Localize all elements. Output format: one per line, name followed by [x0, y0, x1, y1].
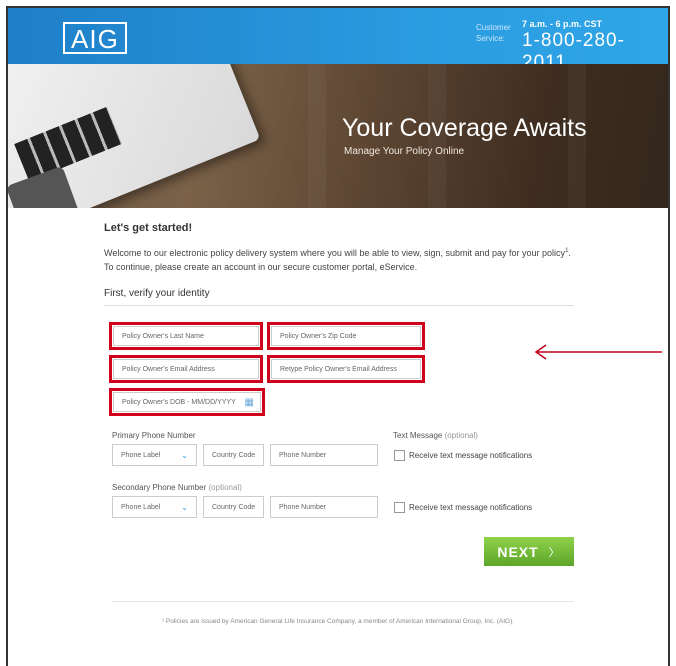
wood-grain [308, 64, 326, 208]
optional-tag: (optional) [444, 431, 478, 440]
page-heading: Let's get started! [104, 222, 193, 234]
primary-phone-label: Primary Phone Number [112, 431, 196, 440]
highlight-box [109, 388, 265, 416]
intro-policy: policy [542, 248, 566, 258]
verify-heading: First, verify your identity [104, 288, 574, 306]
optional-tag: (optional) [208, 483, 242, 492]
country-code-placeholder: Country Code [212, 451, 256, 459]
secondary-text-checkbox-label: Receive text message notifications [409, 503, 533, 512]
customer-service-label: Customer Service: [476, 22, 511, 44]
intro-text: Welcome to our electronic policy deliver… [104, 244, 574, 274]
site-header: AIG Customer Service: 7 a.m. - 6 p.m. CS… [8, 8, 668, 73]
highlight-box [109, 355, 263, 383]
next-button[interactable]: NEXT 〉 [484, 537, 574, 566]
highlight-box [109, 322, 263, 350]
hero-banner: Your Coverage Awaits Manage Your Policy … [8, 64, 668, 208]
service-label-line1: Customer [476, 23, 511, 32]
footnote: ¹ Policies are issued by American Genera… [161, 618, 515, 625]
secondary-phone-text: Secondary Phone Number [112, 483, 207, 492]
secondary-text-checkbox[interactable] [394, 502, 405, 513]
hero-title: Your Coverage Awaits [342, 114, 587, 142]
secondary-phone-label-select[interactable]: Phone Label ⌄ [112, 496, 197, 518]
secondary-country-code-input[interactable]: Country Code [203, 496, 264, 518]
select-value: Phone Label [121, 503, 161, 511]
chevron-right-icon: 〉 [548, 546, 561, 559]
primary-text-checkbox-label: Receive text message notifications [409, 451, 533, 460]
secondary-phone-number-input[interactable]: Phone Number [270, 496, 378, 518]
intro-section: Let's get started! Welcome to our electr… [104, 222, 574, 306]
select-value: Phone Label [121, 451, 161, 459]
primary-country-code-input[interactable]: Country Code [203, 444, 264, 466]
left-arrow-icon [534, 344, 662, 360]
next-label: NEXT [497, 543, 539, 560]
text-message-text: Text Message [393, 431, 443, 440]
text-message-label: Text Message (optional) [393, 431, 478, 440]
secondary-phone-label: Secondary Phone Number (optional) [112, 483, 242, 492]
country-code-placeholder: Country Code [212, 503, 256, 511]
phone-number-placeholder: Phone Number [279, 503, 327, 511]
primary-phone-label-select[interactable]: Phone Label ⌄ [112, 444, 197, 466]
aig-logo[interactable]: AIG [63, 22, 127, 54]
hero-subtitle: Manage Your Policy Online [344, 146, 465, 157]
chevron-down-icon: ⌄ [181, 450, 188, 460]
service-label-line2: Service: [476, 34, 505, 43]
primary-phone-number-input[interactable]: Phone Number [270, 444, 378, 466]
primary-text-checkbox[interactable] [394, 450, 405, 461]
footer-divider [112, 601, 574, 602]
chevron-down-icon: ⌄ [181, 502, 188, 512]
highlight-box [267, 322, 425, 350]
phone-number-placeholder: Phone Number [279, 451, 327, 459]
highlight-box [267, 355, 425, 383]
service-hours: 7 a.m. - 6 p.m. CST [522, 19, 603, 29]
intro-line1: Welcome to our electronic policy deliver… [104, 248, 540, 258]
